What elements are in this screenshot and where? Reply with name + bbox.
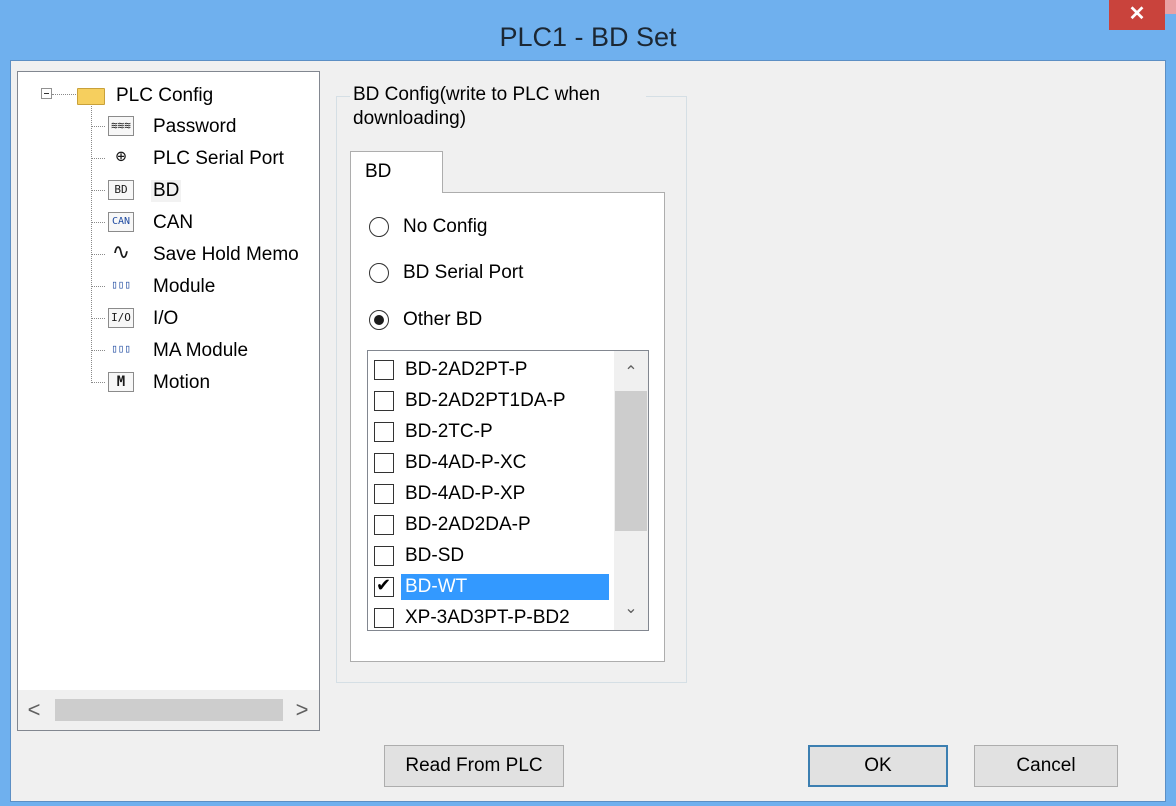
tree-connector <box>91 350 105 351</box>
list-item[interactable]: BD-4AD-P-XP <box>368 478 612 509</box>
collapse-toggle-icon[interactable] <box>41 88 52 99</box>
tab-join <box>351 191 442 193</box>
radio-other-bd[interactable]: Other BD <box>369 309 482 331</box>
list-item-label: BD-2AD2PT-P <box>405 358 528 380</box>
tree-item-module[interactable]: Module <box>151 275 217 299</box>
scrollbar-thumb[interactable] <box>55 699 283 721</box>
tree-item-label: Password <box>153 116 237 137</box>
radio-button[interactable] <box>369 310 389 330</box>
tree-horizontal-scrollbar[interactable]: < > <box>18 690 319 730</box>
bd-checklist[interactable]: BD-2AD2PT-P BD-2AD2PT1DA-P BD-2TC-P BD-4… <box>367 350 649 631</box>
list-item[interactable]: BD-2AD2PT1DA-P <box>368 385 612 416</box>
tree-connector <box>91 106 92 383</box>
list-item[interactable]: BD-4AD-P-XC <box>368 447 612 478</box>
checkbox[interactable] <box>374 607 394 628</box>
tree-item-motion[interactable]: Motion <box>151 371 212 395</box>
checkbox[interactable] <box>374 483 394 504</box>
ok-button[interactable]: OK <box>808 745 948 787</box>
list-item-label: BD-WT <box>401 573 609 600</box>
list-item[interactable]: XP-3AD3PT-P-BD2 <box>368 602 612 630</box>
tree-item-label: CAN <box>153 212 194 233</box>
folder-icon <box>77 88 105 105</box>
module-icon: ▯▯▯ <box>111 278 131 291</box>
tree-item-io[interactable]: I/O <box>151 307 180 331</box>
tree-connector <box>91 254 105 255</box>
checkbox[interactable] <box>374 514 394 535</box>
radio-button[interactable] <box>369 217 389 237</box>
ma-module-icon: ▯▯▯ <box>111 342 131 355</box>
tree-connector <box>91 158 105 159</box>
list-item[interactable]: BD-2AD2DA-P <box>368 509 612 540</box>
scrollbar-thumb[interactable] <box>615 391 647 531</box>
scroll-down-icon[interactable]: ⌄ <box>614 597 648 621</box>
list-item-label: BD-SD <box>405 544 465 566</box>
tree-item-plc-config[interactable]: PLC Config <box>114 84 215 108</box>
motion-icon: M <box>108 372 134 392</box>
tree-connector <box>91 382 105 383</box>
list-item[interactable]: BD-2AD2PT-P <box>368 354 612 385</box>
tree-item-password[interactable]: Password <box>151 115 238 139</box>
radio-no-config[interactable]: No Config <box>369 216 488 238</box>
tree-item-can[interactable]: CAN <box>151 211 195 235</box>
list-item[interactable]: BD-2TC-P <box>368 416 612 447</box>
list-item-label: BD-2AD2PT1DA-P <box>405 389 566 411</box>
tree-item-save-hold-memo[interactable]: Save Hold Memo <box>151 243 301 267</box>
radio-bd-serial-port[interactable]: BD Serial Port <box>369 262 523 284</box>
tree-item-label: Motion <box>153 372 211 393</box>
radio-label: No Config <box>403 216 488 237</box>
read-from-plc-button[interactable]: Read From PLC <box>384 745 564 787</box>
tree-item-bd[interactable]: BD <box>151 179 182 203</box>
list-item-selected[interactable]: BD-WT <box>368 571 612 602</box>
checkbox[interactable] <box>374 421 394 442</box>
tree-item-label: PLC Config <box>116 85 214 106</box>
tree-connector <box>91 190 105 191</box>
radio-button[interactable] <box>369 263 389 283</box>
list-item-label: BD-4AD-P-XP <box>405 482 526 504</box>
tree-connector <box>91 318 105 319</box>
tree-connector <box>91 222 105 223</box>
tree-connector <box>52 94 76 95</box>
list-item[interactable]: BD-SD <box>368 540 612 571</box>
tree-item-label: Save Hold Memo <box>153 244 299 265</box>
tree-connector <box>91 286 105 287</box>
checkbox[interactable] <box>374 390 394 411</box>
scroll-left-icon[interactable]: < <box>22 696 46 724</box>
window-title: PLC1 - BD Set <box>499 22 677 52</box>
tree-item-label: MA Module <box>153 340 249 361</box>
radio-label: BD Serial Port <box>403 262 524 283</box>
dialog-window: PLC1 - BD Set ✕ PLC Config ≋≋≋ Password … <box>0 0 1176 806</box>
tree-item-label: BD <box>151 180 182 202</box>
cancel-button[interactable]: Cancel <box>974 745 1118 787</box>
bd-icon: BD <box>108 180 134 200</box>
serial-port-icon: ⊕ <box>115 146 127 167</box>
tree-item-ma-module[interactable]: MA Module <box>151 339 250 363</box>
tree-item-label: PLC Serial Port <box>153 148 284 169</box>
tree-item-label: Module <box>153 276 216 297</box>
scroll-up-icon[interactable]: ⌃ <box>614 361 648 385</box>
checkbox[interactable] <box>374 452 394 473</box>
waveform-icon: ∿ <box>111 240 131 265</box>
group-title: BD Config(write to PLC when downloading) <box>350 83 646 131</box>
list-item-label: BD-4AD-P-XC <box>405 451 527 473</box>
list-vertical-scrollbar[interactable]: ⌃ ⌄ <box>614 351 648 630</box>
checkbox[interactable] <box>374 359 394 380</box>
password-icon: ≋≋≋ <box>108 116 134 136</box>
list-item-label: XP-3AD3PT-P-BD2 <box>405 606 570 628</box>
tab-bd[interactable]: BD <box>350 151 443 193</box>
list-item-label: BD-2AD2DA-P <box>405 513 531 535</box>
tree-connector <box>91 126 105 127</box>
io-icon: I/O <box>108 308 134 328</box>
close-button[interactable]: ✕ <box>1109 0 1165 30</box>
list-item-label: BD-2TC-P <box>405 420 493 442</box>
tree-item-plc-serial-port[interactable]: PLC Serial Port <box>151 147 286 171</box>
checkbox[interactable] <box>374 545 394 566</box>
can-icon: CAN <box>108 212 134 232</box>
radio-label: Other BD <box>403 309 483 330</box>
scroll-right-icon[interactable]: > <box>290 696 314 724</box>
checkbox-checked[interactable] <box>374 575 394 597</box>
tree-item-label: I/O <box>153 308 179 329</box>
